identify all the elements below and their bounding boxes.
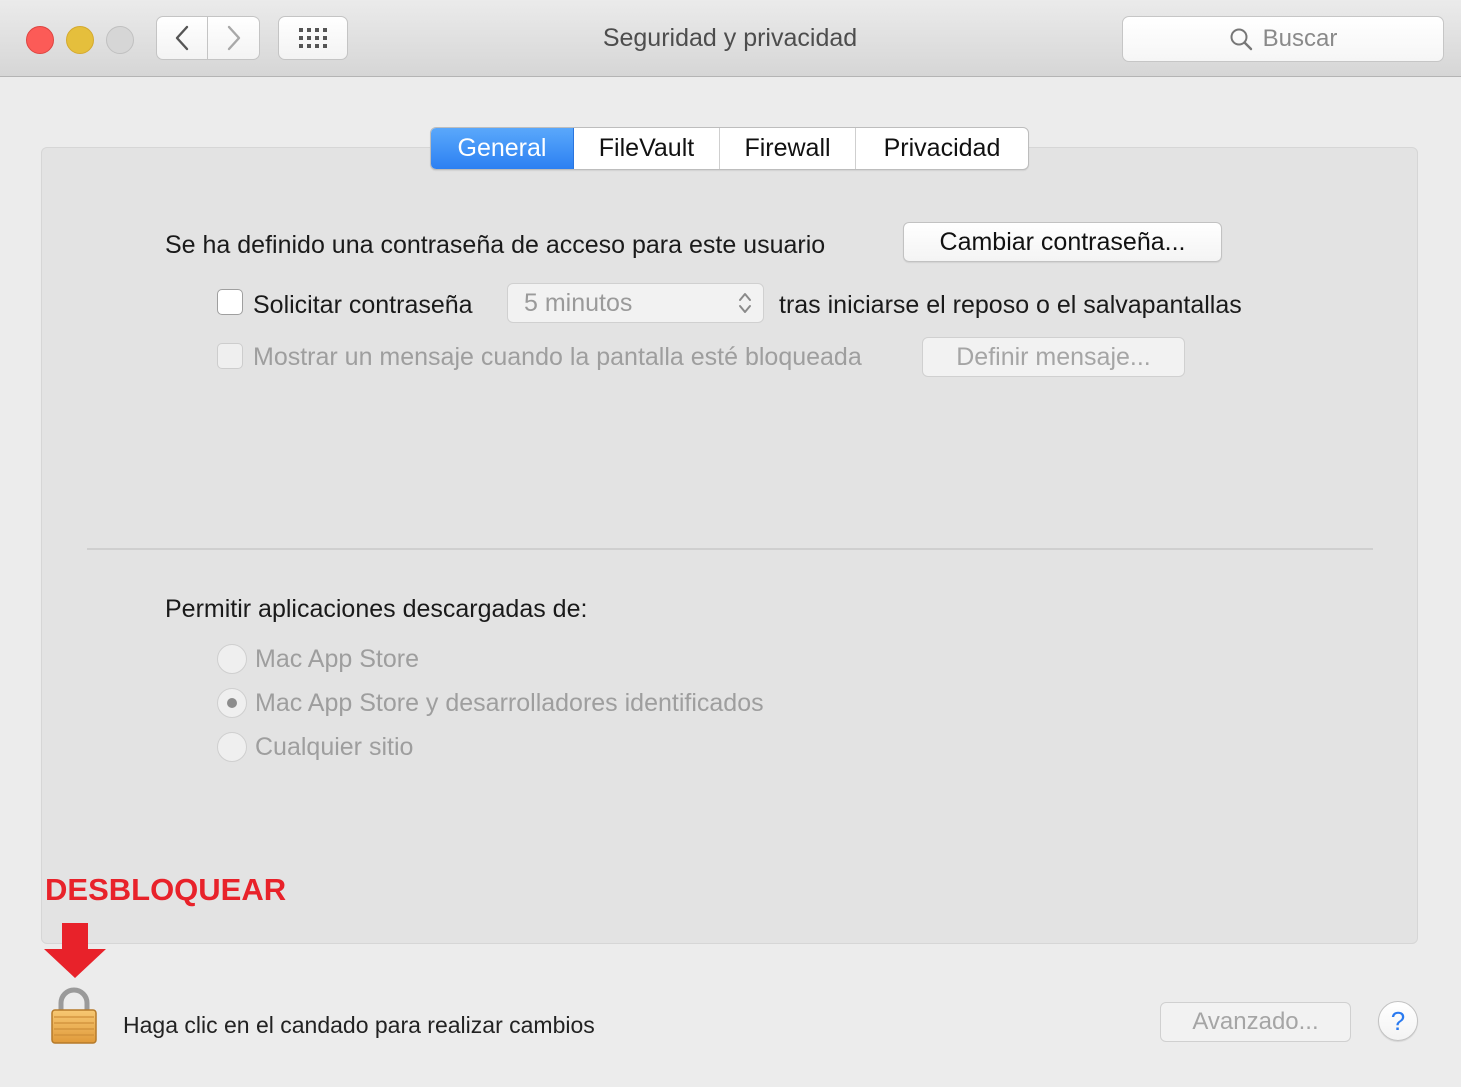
section-divider bbox=[87, 548, 1373, 550]
back-button[interactable] bbox=[156, 16, 208, 60]
help-button[interactable]: ? bbox=[1378, 1001, 1418, 1041]
search-icon bbox=[1230, 28, 1252, 51]
password-delay-select[interactable]: 5 minutos bbox=[507, 283, 764, 323]
chevron-left-icon bbox=[175, 25, 189, 51]
show-message-label: Mostrar un mensaje cuando la pantalla es… bbox=[253, 343, 862, 371]
require-password-suffix: tras iniciarse el reposo o el salvapanta… bbox=[779, 291, 1242, 319]
radio-anywhere[interactable] bbox=[217, 732, 247, 762]
allow-apps-heading: Permitir aplicaciones descargadas de: bbox=[165, 595, 588, 623]
tab-filevault[interactable]: FileVault bbox=[574, 128, 720, 169]
content-panel bbox=[41, 147, 1418, 944]
radio-mac-app-store-label: Mac App Store bbox=[255, 645, 419, 673]
zoom-window-button[interactable] bbox=[106, 26, 134, 54]
show-all-button[interactable] bbox=[278, 16, 348, 60]
unlock-annotation-label: DESBLOQUEAR bbox=[45, 872, 287, 907]
close-window-button[interactable] bbox=[26, 26, 54, 54]
tab-privacidad[interactable]: Privacidad bbox=[856, 128, 1028, 169]
show-message-checkbox[interactable] bbox=[217, 343, 243, 369]
forward-button[interactable] bbox=[208, 16, 260, 60]
change-password-button[interactable]: Cambiar contraseña... bbox=[903, 222, 1222, 262]
title-bar: Seguridad y privacidad Buscar bbox=[0, 0, 1461, 77]
advanced-button[interactable]: Avanzado... bbox=[1160, 1002, 1351, 1042]
lock-icon[interactable] bbox=[48, 986, 100, 1046]
radio-identified-developers[interactable] bbox=[217, 688, 247, 718]
arrow-down-icon bbox=[44, 923, 106, 978]
password-set-label: Se ha definido una contraseña de acceso … bbox=[165, 231, 826, 259]
radio-identified-developers-label: Mac App Store y desarrolladores identifi… bbox=[255, 689, 764, 717]
require-password-label: Solicitar contraseña bbox=[253, 291, 473, 319]
tab-general[interactable]: General bbox=[431, 128, 574, 169]
radio-selected-dot bbox=[227, 698, 237, 708]
chevron-updown-icon bbox=[739, 293, 751, 313]
chevron-right-icon bbox=[227, 25, 240, 51]
search-placeholder: Buscar bbox=[1262, 25, 1338, 52]
radio-mac-app-store[interactable] bbox=[217, 644, 247, 674]
tab-firewall[interactable]: Firewall bbox=[720, 128, 856, 169]
set-message-button[interactable]: Definir mensaje... bbox=[922, 337, 1185, 377]
window-title: Seguridad y privacidad bbox=[602, 24, 858, 52]
grid-icon bbox=[299, 28, 327, 48]
tab-bar: General FileVault Firewall Privacidad bbox=[430, 127, 1029, 170]
radio-anywhere-label: Cualquier sitio bbox=[255, 733, 414, 761]
minimize-window-button[interactable] bbox=[66, 26, 94, 54]
require-password-checkbox[interactable] bbox=[217, 289, 243, 315]
lock-hint-text: Haga clic en el candado para realizar ca… bbox=[123, 1012, 595, 1038]
search-input[interactable]: Buscar bbox=[1122, 16, 1444, 62]
password-delay-value: 5 minutos bbox=[524, 288, 633, 317]
